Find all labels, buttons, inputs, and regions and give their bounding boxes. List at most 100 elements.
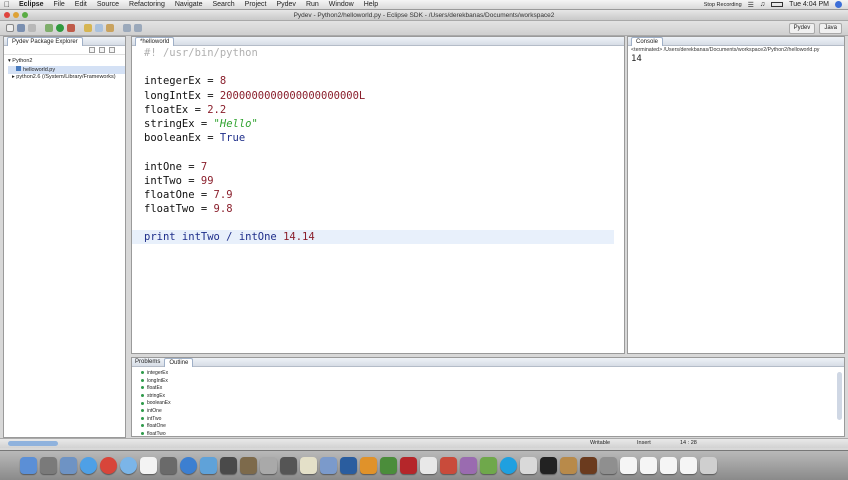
menu-refactoring[interactable]: Refactoring (124, 0, 170, 10)
apple-menu-icon[interactable]:  (0, 0, 14, 9)
code-number: 7.9 (213, 188, 233, 201)
nav-back-icon[interactable] (123, 24, 131, 32)
menu-window[interactable]: Window (324, 0, 359, 10)
imovie-icon[interactable] (220, 457, 237, 474)
outline-item[interactable]: floatOne (141, 423, 844, 431)
debug-icon[interactable] (45, 24, 53, 32)
menu-source[interactable]: Source (92, 0, 124, 10)
new-project-icon[interactable] (84, 24, 92, 32)
safari-icon[interactable] (80, 457, 97, 474)
run-icon[interactable] (56, 24, 64, 32)
tab-console[interactable]: Console (631, 36, 664, 46)
print-icon[interactable] (28, 24, 36, 32)
menu-navigate[interactable]: Navigate (170, 0, 208, 10)
outline-item[interactable]: floatEx (141, 385, 844, 393)
finder-icon[interactable] (20, 457, 37, 474)
search-icon[interactable] (106, 24, 114, 32)
app-icon[interactable] (480, 457, 497, 474)
open-type-icon[interactable] (95, 24, 103, 32)
view-menu-icon[interactable] (108, 47, 115, 53)
window-controls (4, 12, 28, 18)
code-number: 8 (219, 75, 227, 88)
iphoto-icon[interactable] (200, 457, 217, 474)
document-icon[interactable] (660, 457, 677, 474)
save-icon[interactable] (17, 24, 25, 32)
camera-icon[interactable] (280, 457, 297, 474)
mail-icon[interactable] (60, 457, 77, 474)
bridge-icon[interactable] (580, 457, 597, 474)
tab-package-explorer[interactable]: Pydev Package Explorer (7, 36, 83, 46)
battery-icon[interactable] (771, 2, 784, 7)
tab-helloworld[interactable]: *helloworld (135, 36, 175, 46)
tree-item-project[interactable]: ▾ Python2 (8, 58, 125, 66)
garageband-icon[interactable] (240, 457, 257, 474)
dreamweaver-icon[interactable] (380, 457, 397, 474)
code-line-inttwo: intTwo = 99 (144, 174, 365, 188)
calendar-icon[interactable] (140, 457, 157, 474)
app-icon[interactable] (440, 457, 457, 474)
external-tools-icon[interactable] (67, 24, 75, 32)
status-scroll-indicator[interactable] (8, 441, 58, 446)
nav-forward-icon[interactable] (134, 24, 142, 32)
perspective-java[interactable]: Java (819, 23, 842, 34)
menu-project[interactable]: Project (240, 0, 272, 10)
outline-view: Problems Outline integerEx longIntEx flo… (131, 357, 845, 437)
menu-edit[interactable]: Edit (70, 0, 92, 10)
code-area[interactable]: #! /usr/bin/python integerEx = 8 longInt… (144, 46, 365, 245)
outline-item[interactable]: stringEx (141, 393, 844, 401)
minimize-icon[interactable] (13, 12, 19, 18)
tree-item-interpreter[interactable]: ▸ python2.6 (/System/Library/Frameworks) (8, 74, 125, 82)
tab-problems[interactable]: Problems (135, 359, 160, 365)
project-tree: ▾ Python2 helloworld.py ▸ python2.6 (/Sy… (4, 55, 125, 82)
preview-icon[interactable] (260, 457, 277, 474)
zoom-icon[interactable] (22, 12, 28, 18)
menu-pydev[interactable]: Pydev (271, 0, 300, 10)
outline-item[interactable]: booleanEx (141, 400, 844, 408)
app-icon[interactable] (560, 457, 577, 474)
illustrator-icon[interactable] (360, 457, 377, 474)
itunes-icon[interactable] (180, 457, 197, 474)
perspective-pydev[interactable]: Pydev (788, 23, 816, 34)
outline-item[interactable]: integerEx (141, 370, 844, 378)
wifi-icon[interactable]: ☰ (748, 1, 754, 9)
system-icon[interactable] (40, 457, 57, 474)
link-editor-icon[interactable] (98, 47, 105, 53)
new-icon[interactable] (6, 24, 14, 32)
spotlight-icon[interactable] (835, 1, 842, 8)
terminal-icon[interactable] (540, 457, 557, 474)
stop-recording-button[interactable]: Stop Recording (704, 2, 742, 8)
flash-icon[interactable] (400, 457, 417, 474)
close-icon[interactable] (4, 12, 10, 18)
photoshop-icon[interactable] (340, 457, 357, 474)
textedit-icon[interactable] (300, 457, 317, 474)
collapse-all-icon[interactable] (89, 47, 95, 53)
photo-icon[interactable] (160, 457, 177, 474)
menu-eclipse[interactable]: Eclipse (14, 0, 49, 10)
tree-item-file[interactable]: helloworld.py (8, 65, 125, 74)
chrome-icon[interactable] (100, 457, 117, 474)
clock[interactable]: Tue 4:04 PM (789, 1, 829, 8)
code-token: intTwo / intOne (175, 231, 284, 244)
volume-icon[interactable]: ♫ (760, 1, 765, 8)
outline-scrollbar[interactable] (837, 372, 842, 420)
document-icon[interactable] (640, 457, 657, 474)
tab-outline[interactable]: Outline (164, 357, 194, 367)
app-icon[interactable] (520, 457, 537, 474)
app-icon[interactable] (460, 457, 477, 474)
app-icon[interactable] (600, 457, 617, 474)
skype-icon[interactable] (500, 457, 517, 474)
script-icon[interactable] (320, 457, 337, 474)
menu-search[interactable]: Search (207, 0, 239, 10)
trash-icon[interactable] (700, 457, 717, 474)
outline-item[interactable]: intTwo (141, 416, 844, 424)
outline-item[interactable]: longIntEx (141, 378, 844, 386)
document-icon[interactable] (620, 457, 637, 474)
acrobat-icon[interactable] (420, 457, 437, 474)
ichat-icon[interactable] (120, 457, 137, 474)
code-line-intone: intOne = 7 (144, 160, 365, 174)
menu-run[interactable]: Run (301, 0, 324, 10)
outline-item[interactable]: intOne (141, 408, 844, 416)
menu-help[interactable]: Help (359, 0, 383, 10)
menu-file[interactable]: File (49, 0, 70, 10)
document-icon[interactable] (680, 457, 697, 474)
